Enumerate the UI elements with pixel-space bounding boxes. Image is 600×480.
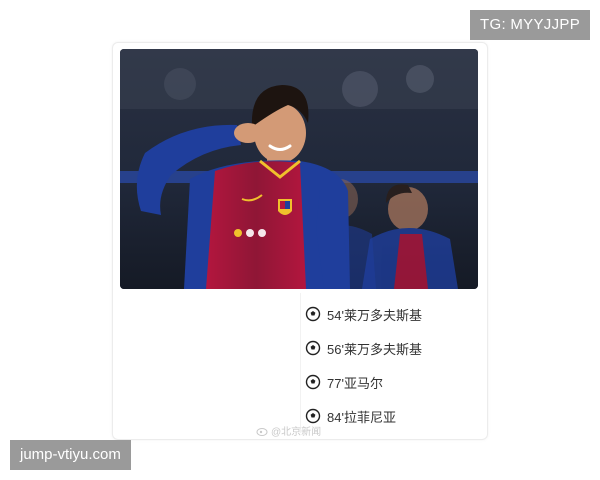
soccer-ball-icon [305, 408, 321, 424]
goal-event: 84'拉菲尼亚 [305, 399, 475, 433]
soccer-ball-icon [305, 374, 321, 390]
goal-event-text: 84'拉菲尼亚 [327, 409, 396, 425]
goal-event-text: 56'莱万多夫斯基 [327, 341, 422, 357]
player-photo [120, 49, 478, 289]
soccer-ball-icon [305, 306, 321, 322]
watermark-tag-bottom: jump-vtiyu.com [10, 440, 131, 470]
divider [300, 293, 301, 433]
match-card: 54'莱万多夫斯基 56'莱万多夫斯基 77'亚马尔 84'拉菲尼亚 @北京新闻 [112, 42, 488, 440]
goal-event: 54'莱万多夫斯基 [305, 297, 475, 331]
goal-event-text: 77'亚马尔 [327, 375, 383, 391]
goal-events-list: 54'莱万多夫斯基 56'莱万多夫斯基 77'亚马尔 84'拉菲尼亚 [305, 297, 475, 433]
goal-event-text: 54'莱万多夫斯基 [327, 307, 422, 323]
goal-event: 77'亚马尔 [305, 365, 475, 399]
source-watermark: @北京新闻 [256, 423, 321, 438]
watermark-tag-top: TG: MYYJJPP [470, 10, 590, 40]
watermark-text: @北京新闻 [271, 427, 322, 438]
soccer-ball-icon [305, 340, 321, 356]
goal-event: 56'莱万多夫斯基 [305, 331, 475, 365]
weibo-icon [256, 427, 268, 436]
